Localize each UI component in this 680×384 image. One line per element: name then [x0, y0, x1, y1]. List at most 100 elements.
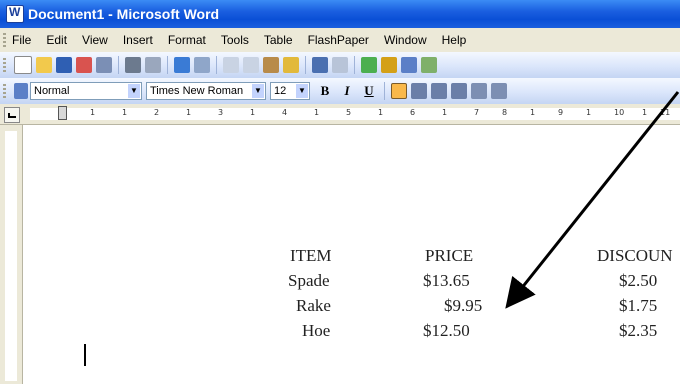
toolbar-grip[interactable]: [3, 84, 6, 98]
toolbar-separator: [354, 56, 355, 74]
email-icon[interactable]: [96, 57, 112, 73]
text-cursor: [84, 344, 86, 366]
ruler-mark: 1: [530, 108, 536, 117]
spelling-icon[interactable]: [174, 57, 190, 73]
redo-icon[interactable]: [332, 57, 348, 73]
permission-icon[interactable]: [76, 57, 92, 73]
menu-edit[interactable]: Edit: [46, 33, 76, 47]
ruler-mark: 4: [282, 108, 288, 117]
formatting-toolbar: Normal ▼ Times New Roman ▼ 12 ▼ B I U: [0, 78, 680, 104]
styles-formatting-icon[interactable]: [14, 83, 28, 99]
word-document-icon: [6, 5, 24, 23]
table-cell: $1.75: [619, 296, 658, 315]
horizontal-ruler: 1 1 2 1 3 1 4 1 5 1 6 1 7 8 1 9 1 10 1 1…: [0, 104, 680, 125]
ruler-mark: 5: [346, 108, 352, 117]
font-size-dropdown[interactable]: 12 ▼: [270, 82, 310, 100]
new-document-icon[interactable]: [14, 56, 32, 74]
ruler-mark: 10: [614, 108, 625, 117]
insert-table-icon[interactable]: [401, 57, 417, 73]
toolbar-separator: [167, 56, 168, 74]
menu-view[interactable]: View: [82, 33, 117, 47]
align-left-icon[interactable]: [391, 83, 407, 99]
menubar-grip[interactable]: [3, 33, 6, 47]
underline-button[interactable]: U: [359, 82, 379, 100]
menu-window[interactable]: Window: [384, 33, 436, 47]
ruler-scale: 1 1 2 1 3 1 4 1 5 1 6 1 7 8 1 9 1 10 1 1…: [30, 106, 680, 120]
menu-table[interactable]: Table: [264, 33, 302, 47]
insert-excel-icon[interactable]: [421, 57, 437, 73]
menu-format[interactable]: Format: [168, 33, 215, 47]
menu-help[interactable]: Help: [442, 33, 476, 47]
ruler-mark: 9: [558, 108, 564, 117]
ruler-mark: 1: [442, 108, 448, 117]
toolbar-separator: [384, 82, 385, 100]
hyperlink-icon[interactable]: [361, 57, 377, 73]
ruler-mark: 7: [474, 108, 480, 117]
menu-insert[interactable]: Insert: [123, 33, 162, 47]
research-icon[interactable]: [194, 57, 210, 73]
ruler-mark: 11: [660, 108, 671, 117]
font-size-value: 12: [274, 85, 287, 97]
ruler-mark: 1: [378, 108, 384, 117]
table-cell: $2.50: [619, 271, 658, 290]
copy-icon[interactable]: [243, 57, 259, 73]
toolbar-separator: [118, 56, 119, 74]
menu-file[interactable]: File: [12, 33, 40, 47]
paste-icon[interactable]: [263, 57, 279, 73]
ruler-mark: 1: [186, 108, 192, 117]
vertical-ruler-scale: [5, 131, 17, 381]
print-icon[interactable]: [125, 57, 141, 73]
table-cell: $13.65: [423, 271, 470, 290]
style-dropdown[interactable]: Normal ▼: [30, 82, 142, 100]
justify-icon[interactable]: [451, 83, 467, 99]
table-cell: Rake: [296, 296, 331, 315]
ruler-mark: 1: [314, 108, 320, 117]
cut-icon[interactable]: [223, 57, 239, 73]
standard-toolbar: [0, 52, 680, 78]
table-cell: $9.95: [444, 296, 483, 315]
table-header: PRICE: [425, 246, 474, 265]
table-cell: Hoe: [302, 321, 331, 340]
tab-selector[interactable]: [4, 107, 20, 123]
ruler-mark: 2: [154, 108, 160, 117]
title-bar: Document1 - Microsoft Word: [0, 0, 680, 28]
ruler-mark: 1: [122, 108, 128, 117]
line-spacing-icon[interactable]: [471, 83, 487, 99]
tables-borders-icon[interactable]: [381, 57, 397, 73]
chevron-down-icon[interactable]: ▼: [296, 84, 308, 98]
open-folder-icon[interactable]: [36, 57, 52, 73]
print-preview-icon[interactable]: [145, 57, 161, 73]
undo-icon[interactable]: [312, 57, 328, 73]
chevron-down-icon[interactable]: ▼: [252, 84, 264, 98]
ruler-mark: 6: [410, 108, 416, 117]
toolbar-grip[interactable]: [3, 58, 6, 72]
align-center-icon[interactable]: [411, 83, 427, 99]
style-value: Normal: [34, 85, 70, 97]
ruler-mark: 1: [90, 108, 96, 117]
indent-marker[interactable]: [58, 106, 67, 120]
vertical-ruler: [0, 125, 23, 384]
align-right-icon[interactable]: [431, 83, 447, 99]
menu-tools[interactable]: Tools: [221, 33, 258, 47]
toolbar-separator: [305, 56, 306, 74]
table-header: ITEM: [290, 246, 332, 265]
font-dropdown[interactable]: Times New Roman ▼: [146, 82, 266, 100]
ruler-mark: 1: [586, 108, 592, 117]
save-icon[interactable]: [56, 57, 72, 73]
table-cell: $2.35: [619, 321, 658, 340]
menu-bar: File Edit View Insert Format Tools Table…: [0, 28, 680, 52]
table-cell: $12.50: [423, 321, 470, 340]
font-value: Times New Roman: [150, 85, 244, 97]
italic-button[interactable]: I: [337, 82, 357, 100]
table-cell: Spade: [288, 271, 330, 290]
table-header: DISCOUN: [597, 246, 673, 265]
ruler-mark: 3: [218, 108, 224, 117]
toolbar-separator: [216, 56, 217, 74]
ruler-mark: 8: [502, 108, 508, 117]
numbering-icon[interactable]: [491, 83, 507, 99]
chevron-down-icon[interactable]: ▼: [128, 84, 140, 98]
menu-flashpaper[interactable]: FlashPaper: [308, 33, 378, 47]
format-painter-icon[interactable]: [283, 57, 299, 73]
document-page[interactable]: [23, 125, 680, 384]
bold-button[interactable]: B: [315, 82, 335, 100]
